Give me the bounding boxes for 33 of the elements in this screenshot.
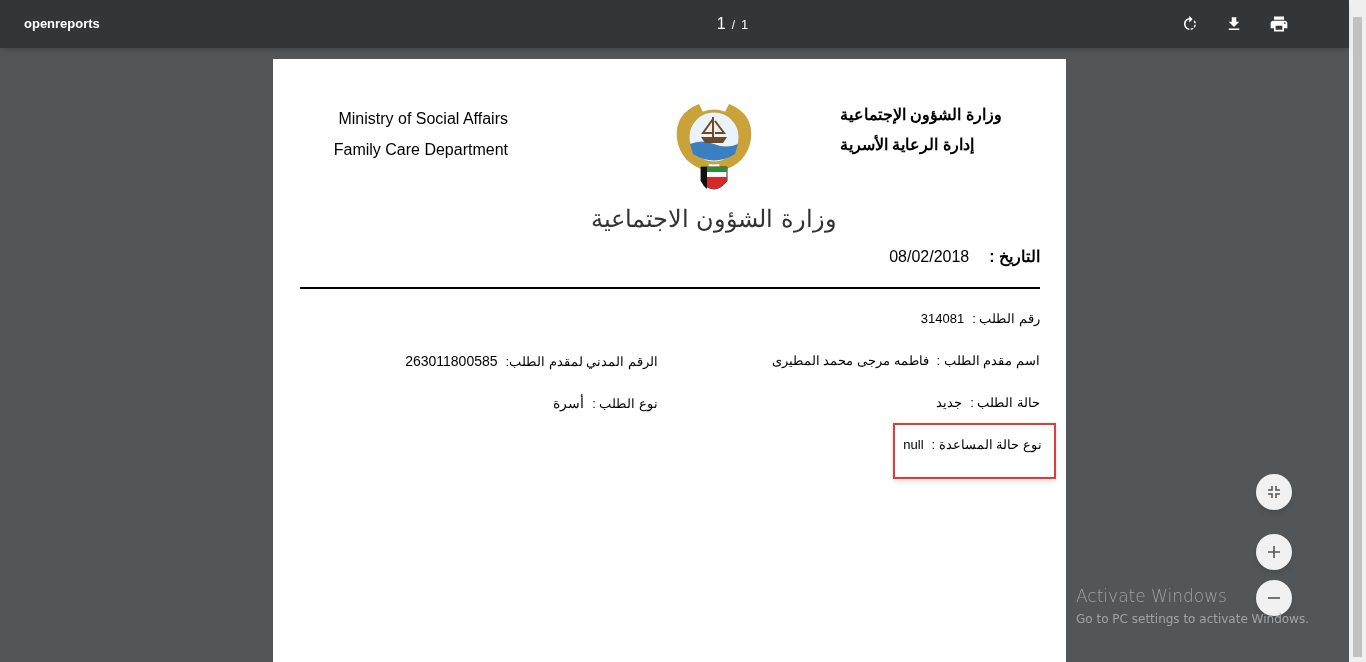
activation-message: Go to PC settings to activate Windows. [1076, 610, 1309, 628]
print-icon[interactable] [1269, 14, 1289, 34]
field-label: اسم مقدم الطلب : [936, 352, 1040, 371]
header-line: Ministry of Social Affairs [338, 109, 508, 129]
page-number: 1 [716, 14, 726, 34]
field-label: حالة الطلب : [970, 394, 1040, 412]
header-line: إدارة الرعاية الأسرية [840, 134, 974, 157]
date-value: 08/02/2018 [889, 247, 970, 267]
collapse-icon [1267, 485, 1281, 499]
field-value: جديد [936, 394, 963, 412]
emblem-caption: وزارة الشؤون الاجتماعية [590, 204, 838, 235]
page-count: 1 [741, 16, 749, 34]
field-label: نوع الطلب : [592, 394, 658, 414]
field-value: null [903, 436, 924, 454]
zoom-in-button[interactable] [1256, 534, 1292, 570]
field-value: فاطمه مرجى محمد المطيرى [771, 352, 929, 370]
document-title: openreports [24, 15, 101, 34]
field-value: 263011800585 [405, 352, 498, 371]
activation-title: Activate Windows [1076, 585, 1227, 608]
plus-icon [1268, 546, 1280, 558]
scrollbar[interactable] [1349, 0, 1366, 662]
page-separator: / [731, 17, 735, 34]
field-value: 314081 [920, 310, 965, 328]
rotate-icon[interactable] [1181, 15, 1199, 33]
field-label: نوع حالة المساعدة : [931, 436, 1042, 455]
field-label: الرقم المدني لمقدم الطلب: [505, 352, 658, 372]
field-value: أسرة [553, 393, 585, 414]
scroll-thumb[interactable] [1353, 17, 1362, 657]
field-label: رقم الطلب : [972, 310, 1040, 329]
fit-page-button[interactable] [1256, 474, 1292, 510]
header-line: وزارة الشؤون الإجتماعية [840, 105, 1002, 127]
date-label: التاريخ : [989, 247, 1040, 269]
header-line: Family Care Department [333, 140, 508, 160]
